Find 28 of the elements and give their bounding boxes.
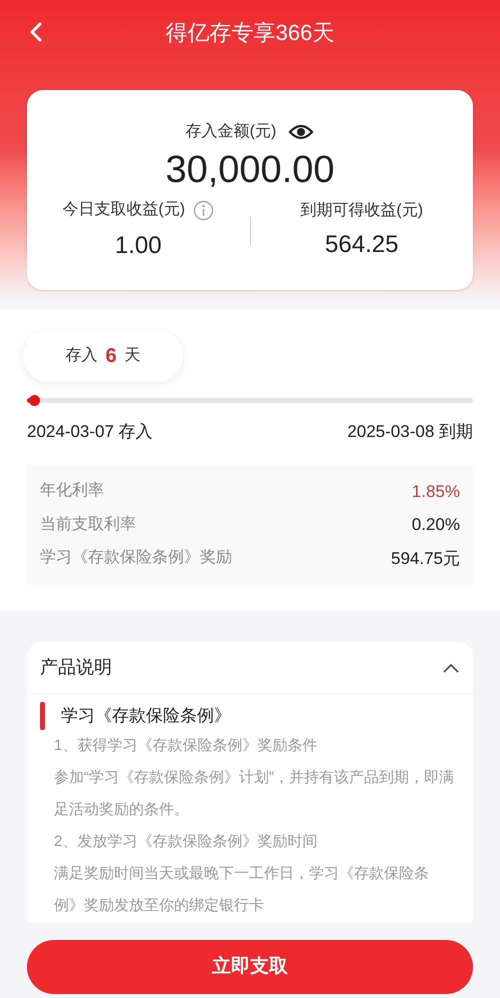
rate-label: 当前支取利率 <box>40 514 136 535</box>
start-date: 2024-03-07 存入 <box>27 421 153 443</box>
description-text: 1、获得学习《存款保险条例》奖励条件 <box>54 736 318 756</box>
days-prefix: 存入 <box>65 346 98 366</box>
product-section-header[interactable]: 产品说明 <box>27 642 473 694</box>
days-suffix: 天 <box>124 346 141 366</box>
today-income-label: 今日支取收益(元) <box>62 200 186 220</box>
description-text: 2、发放学习《存款保险条例》奖励时间 <box>54 832 318 852</box>
amount-value: 30,000.00 <box>165 148 335 193</box>
eye-icon[interactable] <box>288 123 314 141</box>
info-icon[interactable] <box>193 200 214 220</box>
rate-value: 594.75元 <box>391 548 460 570</box>
page-title: 得亿存专享366天 <box>166 18 334 46</box>
rate-value: 0.20% <box>412 514 460 536</box>
withdraw-button[interactable]: 立即支取 <box>27 940 473 994</box>
maturity-income-value: 564.25 <box>325 230 398 260</box>
amount-label: 存入金额(元) <box>186 122 276 142</box>
description-text: 参加“学习《存款保险条例》计划”，并持有该产品到期，即满足活动奖励的条件。 <box>54 768 455 820</box>
section-heading: 学习《存款保险条例》 <box>61 705 231 728</box>
end-date: 2025-03-08 到期 <box>347 421 473 443</box>
description-text: 满足奖励时间当天或最晚下一工作日，学习《存款保险条例》奖励发放至你的绑定银行卡 <box>54 864 430 916</box>
today-income-value: 1.00 <box>114 231 162 261</box>
rate-label: 学习《存款保险条例》奖励 <box>40 548 232 568</box>
rate-label: 年化利率 <box>40 480 104 502</box>
rate-value: 1.85% <box>412 480 460 502</box>
days-count: 6 <box>105 344 117 369</box>
maturity-income-label: 到期可得收益(元) <box>300 200 424 220</box>
accent-bar <box>40 702 45 730</box>
